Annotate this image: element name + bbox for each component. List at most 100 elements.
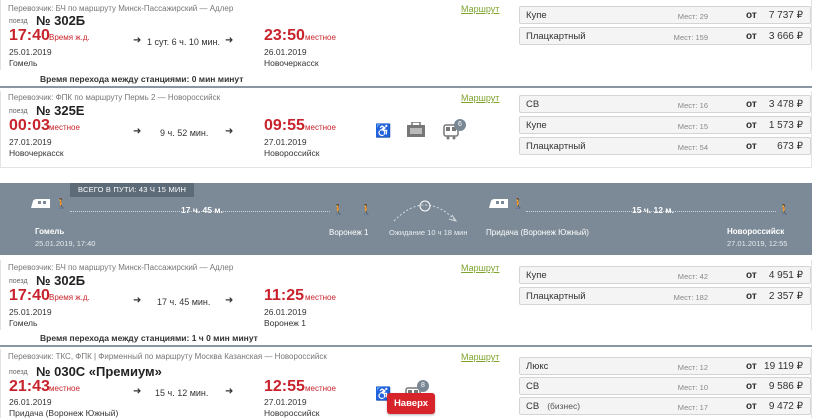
walk-icon: 🚶 bbox=[332, 205, 345, 216]
arrow-right-icon: ➜ bbox=[225, 295, 234, 306]
transfer-station: Придача (Воронеж Южный) bbox=[486, 228, 589, 237]
seat-option-platskart[interactable]: Плацкартный Мест: 182 от 2 357 ₽ bbox=[519, 287, 811, 305]
origin-station: Гомель bbox=[35, 227, 65, 236]
arrival-time: 12:55 bbox=[264, 378, 305, 395]
train-number: № 325Е bbox=[36, 103, 85, 118]
departure-station: Гомель bbox=[9, 318, 38, 328]
arrow-right-icon: ➜ bbox=[133, 35, 142, 46]
waiting-arc-icon bbox=[390, 195, 460, 226]
total-travel-time: ВСЕГО В ПУТИ: 43 Ч 15 МИН bbox=[70, 183, 195, 197]
route-link[interactable]: Маршрут bbox=[461, 93, 499, 103]
walk-icon: 🚶 bbox=[512, 199, 525, 210]
seat-option-platskart[interactable]: Плацкартный Мест: 159 от 3 666 ₽ bbox=[519, 27, 811, 45]
departure-station: Гомель bbox=[9, 58, 38, 68]
departure-time-note: местное bbox=[49, 123, 80, 132]
car-count-badge: 8 bbox=[417, 380, 429, 392]
departure-time: 17:40 bbox=[9, 287, 50, 304]
seat-option-kupe[interactable]: Купе Мест: 15 от 1 573 ₽ bbox=[519, 116, 811, 134]
carrier-info: Перевозчик: ФПК по маршруту Пермь 2 — Но… bbox=[8, 93, 221, 102]
seat-count: Мест: 12 bbox=[677, 363, 708, 372]
train-number: № 302Б bbox=[36, 273, 86, 288]
price-from-label: от bbox=[746, 120, 757, 131]
arrival-time: 11:25 bbox=[264, 287, 305, 304]
arrival-time: 09:55 bbox=[264, 117, 305, 134]
waiting-time: Ожидание 10 ч 18 мин bbox=[389, 228, 468, 237]
seat-option-sv[interactable]: СВ Мест: 10 от 9 586 ₽ bbox=[519, 377, 811, 395]
seat-option-kupe[interactable]: Купе Мест: 29 от 7 737 ₽ bbox=[519, 6, 811, 24]
seat-price: 7 737 ₽ bbox=[768, 10, 803, 21]
seat-class: СВ bbox=[526, 99, 540, 110]
route-link[interactable]: Маршрут bbox=[461, 263, 499, 273]
arrival-date: 27.01.2019 bbox=[264, 397, 307, 407]
arrow-right-icon: ➜ bbox=[133, 295, 142, 306]
train-label: поезд bbox=[9, 108, 28, 115]
seat-count: Мест: 182 bbox=[673, 293, 708, 302]
carrier-info: Перевозчик: БЧ по маршруту Минск-Пассажи… bbox=[8, 263, 234, 272]
departure-time-note: местное bbox=[49, 384, 80, 393]
train-number: № 030С «Премиум» bbox=[36, 364, 162, 379]
transfer-time: Время перехода между станциями: 0 мин ми… bbox=[40, 74, 244, 84]
segment-duration: 15 ч. 12 м. bbox=[632, 205, 674, 215]
seat-subclass: (бизнес) bbox=[547, 401, 581, 411]
arrival-station: Новочеркасск bbox=[264, 58, 319, 68]
seat-class: Купе bbox=[526, 120, 547, 131]
duration: 15 ч. 12 мин. bbox=[155, 388, 209, 398]
duration: 9 ч. 52 мин. bbox=[160, 128, 209, 138]
walk-icon: 🚶 bbox=[360, 205, 373, 216]
arrow-right-icon: ➜ bbox=[225, 35, 234, 46]
seat-count: Мест: 29 bbox=[677, 12, 708, 21]
seat-option-sv[interactable]: СВ Мест: 16 от 3 478 ₽ bbox=[519, 95, 811, 113]
route-link[interactable]: Маршрут bbox=[461, 4, 499, 14]
price-from-label: от bbox=[746, 99, 757, 110]
price-from-label: от bbox=[746, 141, 757, 152]
seat-class: Купе bbox=[526, 10, 547, 21]
departure-time-note: Время ж.д. bbox=[49, 293, 90, 302]
arrival-time-note: местное bbox=[305, 293, 336, 302]
seat-class: Плацкартный bbox=[526, 141, 586, 152]
car-count-badge: 6 bbox=[454, 119, 466, 131]
seat-option-lux[interactable]: Люкс Мест: 12 от 19 119 ₽ bbox=[519, 357, 811, 375]
route-link[interactable]: Маршрут bbox=[461, 352, 499, 362]
destination-datetime: 27.01.2019, 12:55 bbox=[727, 239, 788, 248]
segment-duration: 17 ч. 45 м. bbox=[181, 205, 223, 215]
arrival-station: Новороссийск bbox=[264, 408, 320, 418]
trip-card-3: Перевозчик: БЧ по маршруту Минск-Пассажи… bbox=[0, 260, 812, 330]
arrow-right-icon: ➜ bbox=[133, 126, 142, 137]
train-label: поезд bbox=[9, 369, 28, 376]
seat-option-platskart[interactable]: Плацкартный Мест: 54 от 673 ₽ bbox=[519, 137, 811, 155]
train-icon bbox=[488, 198, 510, 213]
price-from-label: от bbox=[746, 361, 757, 372]
seat-price: 1 573 ₽ bbox=[768, 120, 803, 131]
luggage-icon bbox=[406, 121, 426, 141]
train-number: № 302Б bbox=[36, 13, 86, 28]
seat-price: 9 472 ₽ bbox=[768, 401, 803, 412]
seat-option-kupe[interactable]: Купе Мест: 42 от 4 951 ₽ bbox=[519, 266, 811, 284]
arrow-right-icon: ➜ bbox=[225, 386, 234, 397]
seat-count: Мест: 15 bbox=[677, 122, 708, 131]
price-from-label: от bbox=[746, 270, 757, 281]
train-label: поезд bbox=[9, 278, 28, 285]
seat-option-sv-business[interactable]: СВ (бизнес) Мест: 17 от 9 472 ₽ bbox=[519, 397, 811, 415]
arrival-time-note: местное bbox=[305, 33, 336, 42]
arrow-right-icon: ➜ bbox=[225, 126, 234, 137]
seat-count: Мест: 159 bbox=[673, 33, 708, 42]
seat-class: Купе bbox=[526, 270, 547, 281]
price-from-label: от bbox=[746, 291, 757, 302]
seat-price: 9 586 ₽ bbox=[768, 381, 803, 392]
seat-class: СВ bbox=[526, 401, 540, 412]
scroll-to-top-button[interactable]: Наверх bbox=[387, 393, 435, 414]
seat-count: Мест: 10 bbox=[677, 383, 708, 392]
seat-count: Мест: 42 bbox=[677, 272, 708, 281]
duration: 17 ч. 45 мин. bbox=[157, 297, 211, 307]
transfer-info: Время перехода между станциями: 0 мин ми… bbox=[0, 72, 812, 88]
departure-time: 21:43 bbox=[9, 378, 50, 395]
transfer-station: Воронеж 1 bbox=[329, 228, 369, 237]
arrival-date: 26.01.2019 bbox=[264, 307, 307, 317]
seat-price: 2 357 ₽ bbox=[768, 291, 803, 302]
seat-class: Плацкартный bbox=[526, 291, 586, 302]
seat-count: Мест: 54 bbox=[677, 143, 708, 152]
arrival-time: 23:50 bbox=[264, 27, 305, 44]
arrival-date: 27.01.2019 bbox=[264, 137, 307, 147]
seat-price: 3 666 ₽ bbox=[768, 31, 803, 42]
carrier-info: Перевозчик: БЧ по маршруту Минск-Пассажи… bbox=[8, 4, 234, 13]
